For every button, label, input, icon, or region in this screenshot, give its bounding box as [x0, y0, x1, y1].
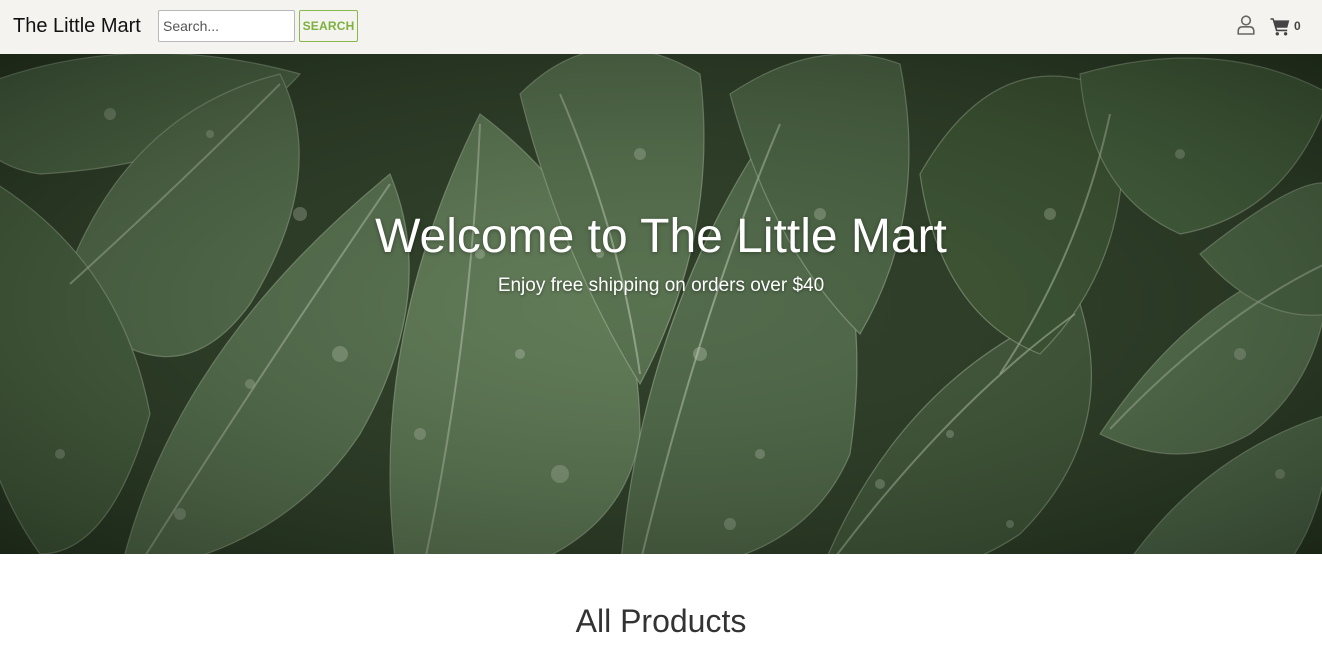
- hero-subtitle: Enjoy free shipping on orders over $40: [497, 275, 825, 296]
- brand-logo-link[interactable]: The Little Mart: [13, 13, 141, 39]
- hero-background-leaves-image: [0, 54, 1322, 554]
- user-icon[interactable]: [1237, 15, 1255, 35]
- hero-banner: Welcome to The Little Mart Enjoy free sh…: [0, 54, 1322, 554]
- site-header: The Little Mart SEARCH 0: [0, 0, 1322, 54]
- section-title-all-products: All Products: [575, 603, 747, 639]
- cart-button[interactable]: 0: [1270, 15, 1301, 37]
- shopping-cart-icon: [1270, 17, 1290, 35]
- search-button[interactable]: SEARCH: [299, 10, 358, 42]
- search-input[interactable]: [158, 10, 295, 42]
- cart-count-badge: 0: [1294, 19, 1301, 33]
- hero-title: Welcome to The Little Mart: [375, 210, 947, 263]
